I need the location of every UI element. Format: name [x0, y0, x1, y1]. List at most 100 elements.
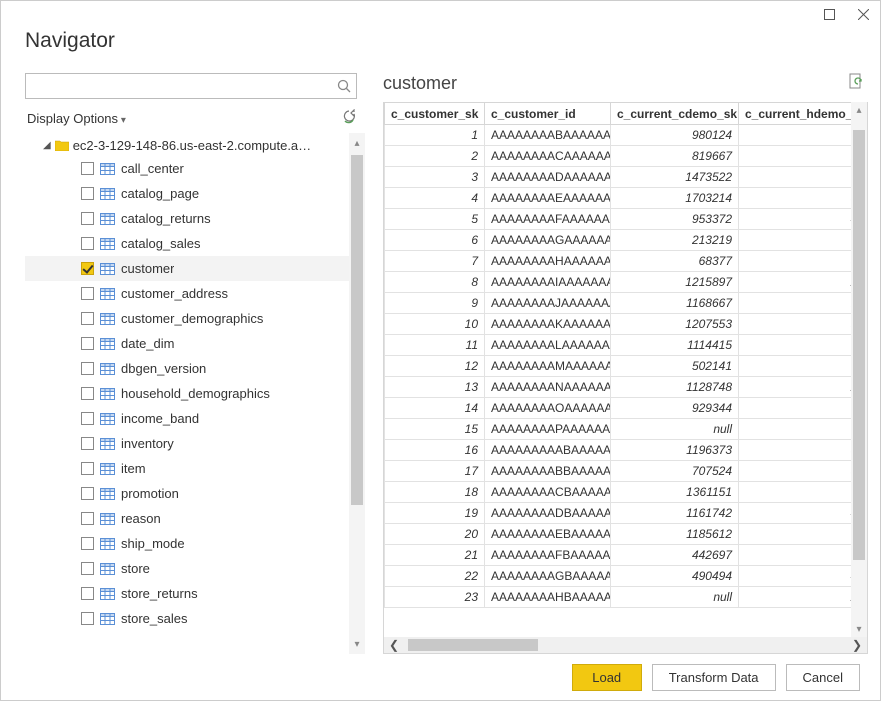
tree-item-checkbox[interactable]	[81, 162, 94, 175]
display-options-dropdown[interactable]: Display Options	[27, 111, 126, 126]
table-row[interactable]: 17AAAAAAAABBAAAAAA70752438	[385, 461, 869, 482]
table-row[interactable]: 10AAAAAAAAKAAAAAAA120755351	[385, 314, 869, 335]
tree-item[interactable]: call_center	[25, 156, 349, 181]
tree-item[interactable]: income_band	[25, 406, 349, 431]
table-row[interactable]: 20AAAAAAAAEBAAAAAA1185612	[385, 524, 869, 545]
tree-item[interactable]: household_demographics	[25, 381, 349, 406]
table-row[interactable]: 21AAAAAAAAFBAAAAAA44269765	[385, 545, 869, 566]
tree-item-checkbox[interactable]	[81, 312, 94, 325]
column-header[interactable]: c_customer_id	[485, 103, 611, 125]
scroll-up-icon[interactable]: ▴	[851, 102, 867, 118]
tree-item-checkbox[interactable]	[81, 362, 94, 375]
search-box[interactable]	[25, 73, 357, 99]
cell: AAAAAAAAMAAAAAAA	[485, 356, 611, 377]
column-header[interactable]: c_current_cdemo_sk	[611, 103, 739, 125]
tree-item-checkbox[interactable]	[81, 412, 94, 425]
tree-item[interactable]: item	[25, 456, 349, 481]
table-row[interactable]: 13AAAAAAAANAAAAAAA112874827	[385, 377, 869, 398]
table-row[interactable]: 12AAAAAAAAMAAAAAAA50214165	[385, 356, 869, 377]
scroll-right-icon[interactable]: ❯	[847, 637, 867, 653]
table-row[interactable]: 2AAAAAAAACAAAAAAA81966714	[385, 146, 869, 167]
cell: 71	[739, 125, 869, 146]
tree-root-node[interactable]: ◢ ec2-3-129-148-86.us-east-2.compute.ama…	[25, 135, 349, 156]
tree-item[interactable]: customer_demographics	[25, 306, 349, 331]
tree-item[interactable]: catalog_sales	[25, 231, 349, 256]
grid-vertical-scrollbar[interactable]: ▴ ▾	[851, 102, 867, 637]
tree-item-checkbox[interactable]	[81, 462, 94, 475]
tree-item-checkbox[interactable]	[81, 187, 94, 200]
search-input[interactable]	[26, 77, 332, 96]
table-tree[interactable]: ◢ ec2-3-129-148-86.us-east-2.compute.ama…	[25, 133, 349, 654]
tree-item[interactable]: store_returns	[25, 581, 349, 606]
tree-item[interactable]: catalog_page	[25, 181, 349, 206]
tree-item[interactable]: customer	[25, 256, 349, 281]
tree-item-checkbox[interactable]	[81, 587, 94, 600]
table-row[interactable]: 8AAAAAAAAIAAAAAAA121589724	[385, 272, 869, 293]
scroll-thumb[interactable]	[853, 130, 865, 560]
cancel-button[interactable]: Cancel	[786, 664, 860, 691]
tree-item[interactable]: reason	[25, 506, 349, 531]
table-row[interactable]: 19AAAAAAAADBAAAAAA116174242	[385, 503, 869, 524]
window-close-button[interactable]	[852, 5, 874, 23]
scroll-down-icon[interactable]: ▾	[349, 636, 365, 652]
tree-item-checkbox[interactable]	[81, 262, 94, 275]
tree-item-checkbox[interactable]	[81, 562, 94, 575]
transform-data-button[interactable]: Transform Data	[652, 664, 776, 691]
grid-horizontal-scrollbar[interactable]: ❮ ❯	[384, 637, 867, 653]
tree-item-checkbox[interactable]	[81, 337, 94, 350]
tree-item[interactable]: date_dim	[25, 331, 349, 356]
scroll-thumb[interactable]	[408, 639, 538, 651]
table-row[interactable]: 4AAAAAAAAEAAAAAAA170321439	[385, 188, 869, 209]
window-maximize-button[interactable]	[818, 5, 840, 23]
tree-item[interactable]: promotion	[25, 481, 349, 506]
table-row[interactable]: 22AAAAAAAAGBAAAAAA49049445	[385, 566, 869, 587]
search-icon[interactable]	[332, 79, 356, 93]
tree-item[interactable]: store	[25, 556, 349, 581]
column-header[interactable]: c_current_hdemo_sk	[739, 103, 869, 125]
tree-item-checkbox[interactable]	[81, 387, 94, 400]
preview-refresh-icon[interactable]	[848, 73, 864, 94]
table-icon	[100, 463, 115, 475]
tree-item-checkbox[interactable]	[81, 212, 94, 225]
tree-item-checkbox[interactable]	[81, 512, 94, 525]
table-icon	[100, 188, 115, 200]
table-row[interactable]: 14AAAAAAAAOAAAAAAA9293448	[385, 398, 869, 419]
table-row[interactable]: 6AAAAAAAAGAAAAAAA21321963	[385, 230, 869, 251]
table-icon	[100, 288, 115, 300]
table-row[interactable]: 1AAAAAAAABAAAAAAA98012471	[385, 125, 869, 146]
tree-item-checkbox[interactable]	[81, 487, 94, 500]
tree-item-checkbox[interactable]	[81, 237, 94, 250]
scroll-down-icon[interactable]: ▾	[851, 621, 867, 637]
tree-item[interactable]: ship_mode	[25, 531, 349, 556]
table-row[interactable]: 16AAAAAAAAABAAAAAA119637330	[385, 440, 869, 461]
table-row[interactable]: 7AAAAAAAAHAAAAAAA6837732	[385, 251, 869, 272]
tree-item-checkbox[interactable]	[81, 537, 94, 550]
caret-down-icon[interactable]: ◢	[43, 140, 51, 151]
tree-item-checkbox[interactable]	[81, 437, 94, 450]
column-header[interactable]: c_customer_sk	[385, 103, 485, 125]
tree-item[interactable]: inventory	[25, 431, 349, 456]
table-row[interactable]: 9AAAAAAAAJAAAAAAA116866714	[385, 293, 869, 314]
table-row[interactable]: 23AAAAAAAAHBAAAAAAnull21	[385, 587, 869, 608]
table-icon	[100, 613, 115, 625]
tree-item-checkbox[interactable]	[81, 287, 94, 300]
tree-item-checkbox[interactable]	[81, 612, 94, 625]
load-button[interactable]: Load	[572, 664, 642, 691]
table-row[interactable]: 15AAAAAAAAPAAAAAAAnull1	[385, 419, 869, 440]
tree-item[interactable]: dbgen_version	[25, 356, 349, 381]
table-row[interactable]: 18AAAAAAAACBAAAAAA136115165	[385, 482, 869, 503]
tree-item[interactable]: store_sales	[25, 606, 349, 631]
scroll-left-icon[interactable]: ❮	[384, 637, 404, 653]
table-row[interactable]: 11AAAAAAAALAAAAAAA111441568	[385, 335, 869, 356]
table-row[interactable]: 3AAAAAAAADAAAAAAA147352262	[385, 167, 869, 188]
scroll-up-icon[interactable]: ▴	[349, 135, 365, 151]
cell: AAAAAAAAFBAAAAAA	[485, 545, 611, 566]
tree-vertical-scrollbar[interactable]: ▴ ▾	[349, 133, 365, 654]
tree-item[interactable]: catalog_returns	[25, 206, 349, 231]
tree-item[interactable]: customer_address	[25, 281, 349, 306]
preview-grid[interactable]: c_customer_sk c_customer_id c_current_cd…	[383, 102, 868, 654]
table-icon	[100, 263, 115, 275]
table-row[interactable]: 5AAAAAAAAFAAAAAAA95337244	[385, 209, 869, 230]
refresh-icon[interactable]	[342, 109, 357, 127]
scroll-thumb[interactable]	[351, 155, 363, 505]
